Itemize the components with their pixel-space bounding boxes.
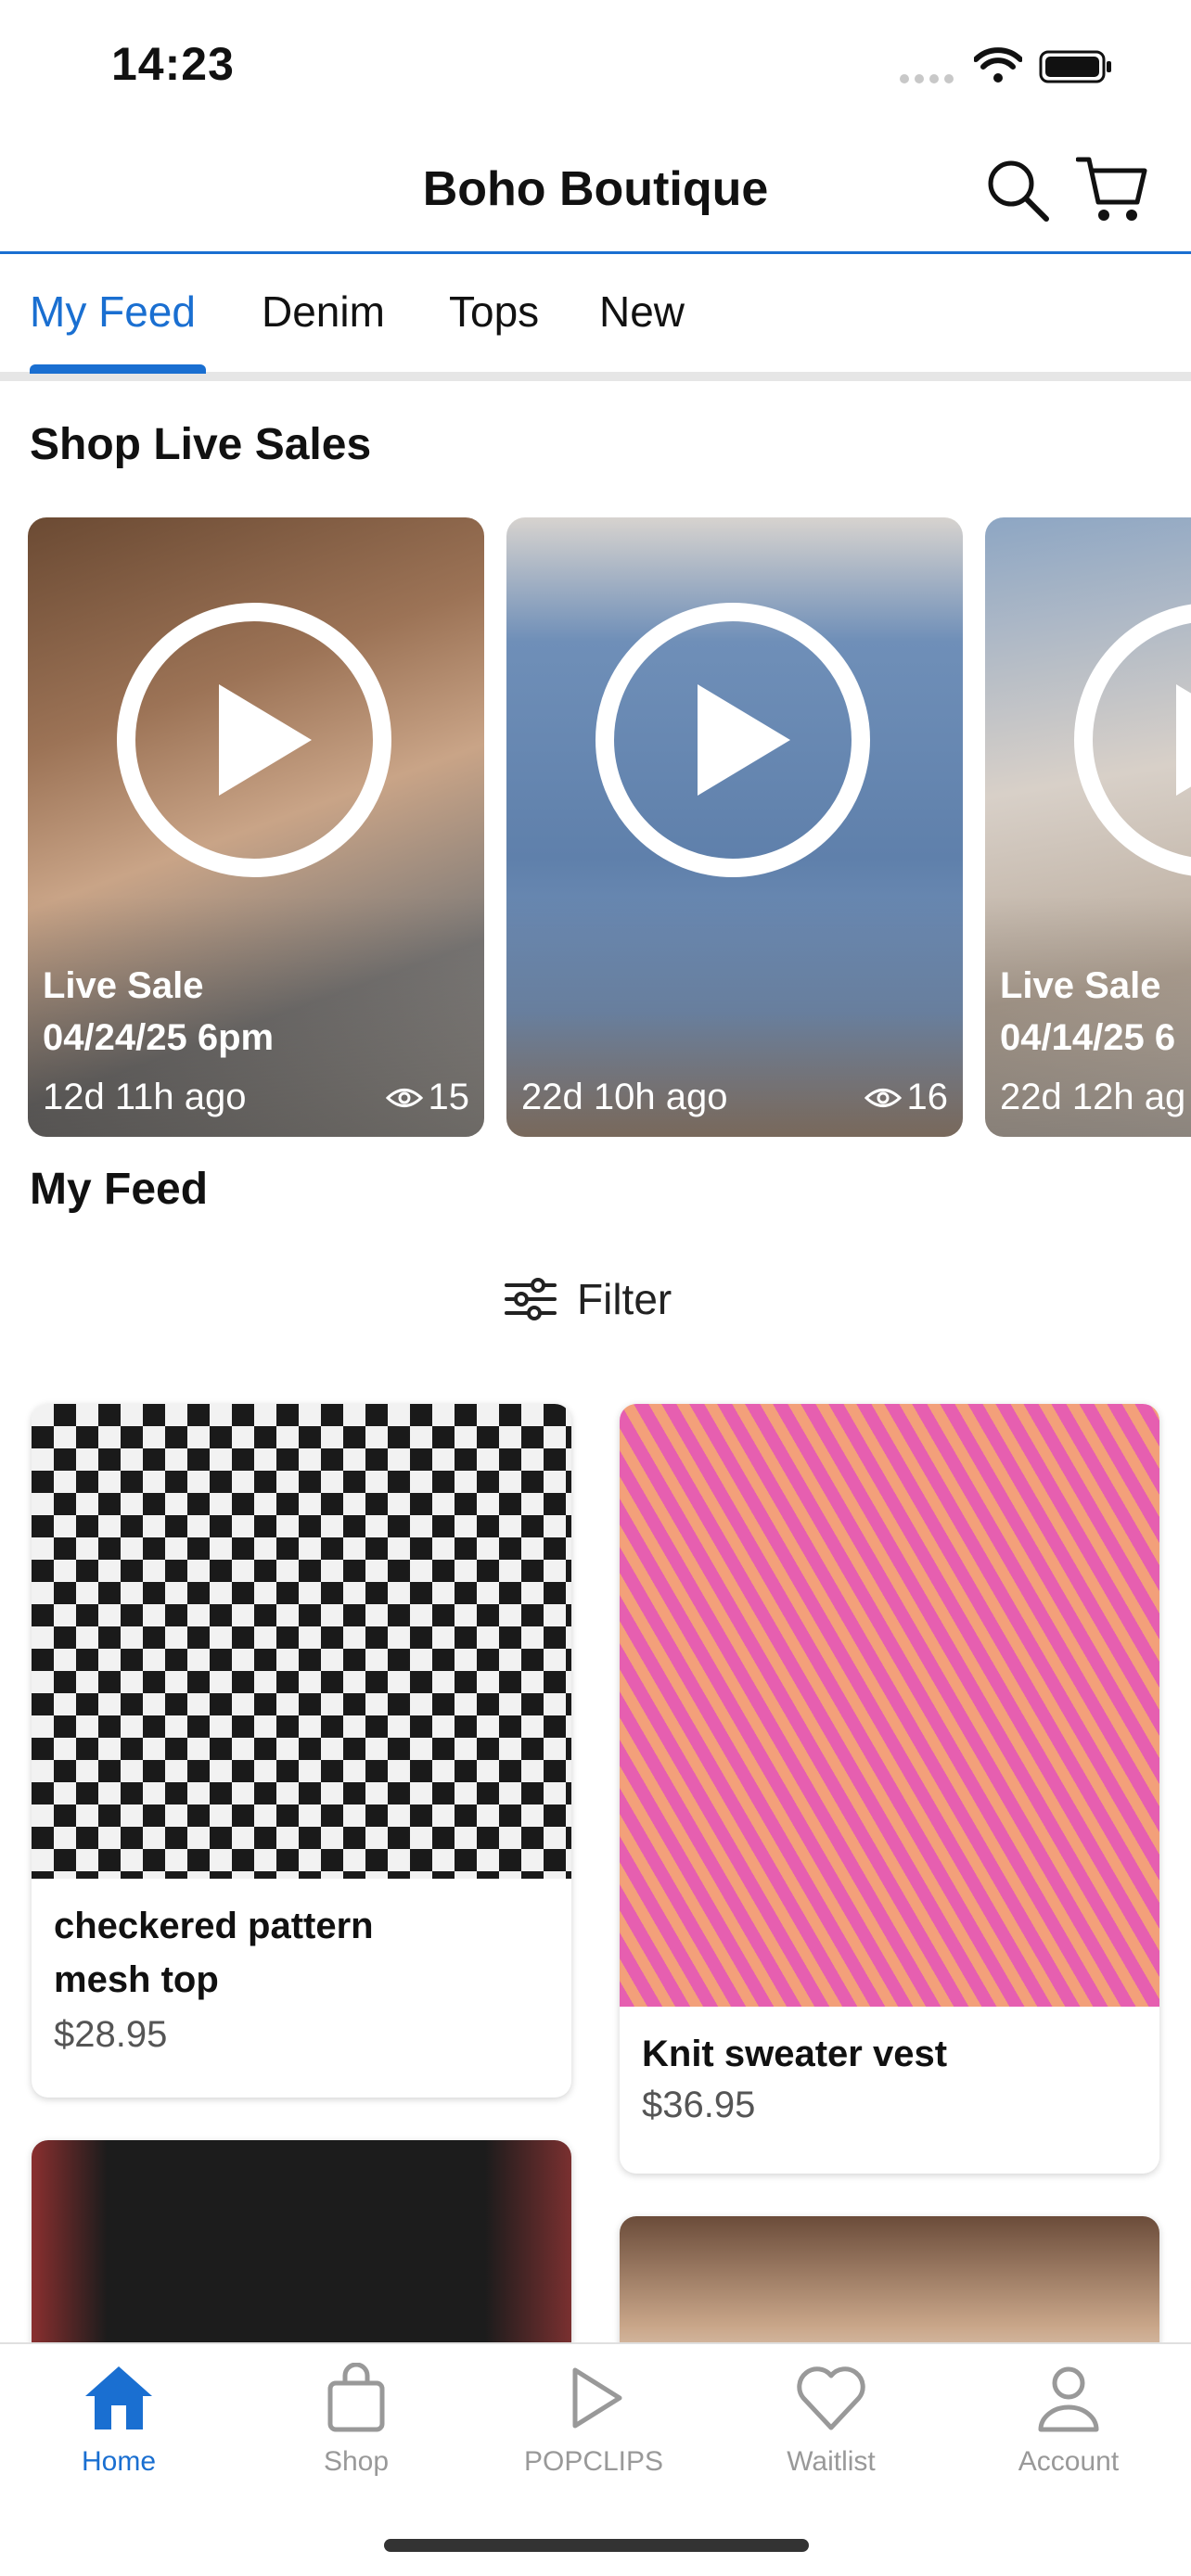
product-image[interactable]: [620, 1404, 1159, 2007]
view-count: 16: [864, 1077, 949, 1118]
battery-icon: [1039, 50, 1111, 83]
nav-home[interactable]: Home: [26, 2363, 211, 2478]
product-price: $36.95: [642, 2085, 756, 2125]
eye-icon: [864, 1088, 902, 1107]
product-card[interactable]: checkered pattern mesh top $28.95: [32, 1404, 571, 2098]
live-sales-carousel[interactable]: Live Sale 04/24/25 6pm 12d 11h ago 15 22…: [28, 517, 1191, 1139]
my-feed-heading: My Feed: [30, 1165, 209, 1214]
product-name: Knit sweater vest: [642, 2034, 948, 2074]
live-sale-card[interactable]: 22d 10h ago 16: [506, 517, 963, 1137]
filter-button[interactable]: Filter: [505, 1267, 672, 1332]
cart-icon[interactable]: [1076, 154, 1148, 224]
live-sale-ago: 22d 12h ag: [1000, 1077, 1186, 1117]
nav-shop[interactable]: Shop: [263, 2363, 449, 2478]
search-icon[interactable]: [985, 158, 1050, 223]
wifi-icon: [974, 47, 1022, 83]
product-price: $28.95: [54, 2014, 168, 2055]
product-image[interactable]: [32, 1404, 571, 1879]
filter-sliders-icon: [505, 1278, 557, 1320]
live-sales-heading: Shop Live Sales: [30, 420, 372, 469]
eye-icon: [385, 1088, 423, 1107]
product-name-line2: mesh top: [54, 1959, 219, 2000]
live-sale-date: 04/14/25 6: [1000, 1017, 1176, 1058]
view-count-value: 15: [428, 1077, 470, 1117]
live-sale-card[interactable]: Live Sale 04/24/25 6pm 12d 11h ago 15: [28, 517, 484, 1137]
cellular-signal-icon: [900, 74, 954, 83]
nav-label: Account: [1018, 2446, 1120, 2477]
heart-icon: [797, 2366, 865, 2430]
nav-label: POPCLIPS: [523, 2446, 664, 2477]
live-sale-ago: 12d 11h ago: [43, 1077, 247, 1117]
play-icon[interactable]: [594, 601, 872, 879]
product-card[interactable]: Knit sweater vest $36.95: [620, 1404, 1159, 2174]
play-icon[interactable]: [115, 601, 393, 879]
app-header: Boho Boutique: [0, 130, 1191, 254]
nav-label: Home: [81, 2446, 157, 2477]
tab-active-indicator: [30, 364, 206, 374]
live-sale-date: 04/24/25 6pm: [43, 1017, 275, 1058]
view-count: 15: [385, 1077, 470, 1118]
tab-my-feed[interactable]: My Feed: [30, 287, 196, 337]
tab-tops[interactable]: Tops: [449, 287, 539, 337]
status-bar: 14:23: [0, 0, 1191, 130]
product-name: checkered pattern: [54, 1906, 374, 1946]
category-tabs: My Feed Denim Tops New: [0, 257, 1191, 381]
home-indicator: [384, 2539, 809, 2552]
nav-account[interactable]: Account: [976, 2363, 1161, 2478]
tab-new[interactable]: New: [599, 287, 685, 337]
nav-label: Waitlist: [787, 2446, 876, 2477]
shopping-bag-icon: [327, 2363, 385, 2432]
nav-waitlist[interactable]: Waitlist: [738, 2363, 924, 2478]
live-sale-card[interactable]: Live Sale 04/14/25 6 22d 12h ag: [985, 517, 1191, 1137]
live-sale-label: Live Sale: [1000, 965, 1161, 1006]
person-icon: [1038, 2366, 1099, 2432]
live-sale-label: Live Sale: [43, 965, 204, 1006]
play-icon[interactable]: [1072, 601, 1191, 879]
nav-popclips[interactable]: POPCLIPS: [501, 2363, 686, 2478]
tab-denim[interactable]: Denim: [262, 287, 385, 337]
view-count-value: 16: [906, 1077, 949, 1117]
live-sale-ago: 22d 10h ago: [521, 1077, 728, 1117]
filter-label: Filter: [577, 1275, 672, 1323]
home-icon: [85, 2366, 152, 2429]
status-time: 14:23: [111, 38, 235, 90]
play-icon: [572, 2367, 622, 2429]
nav-label: Shop: [323, 2446, 390, 2477]
